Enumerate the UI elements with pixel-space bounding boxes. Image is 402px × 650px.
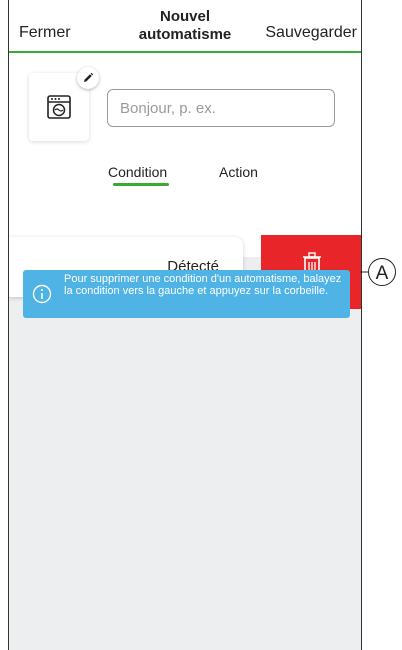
active-tab-indicator — [113, 183, 169, 186]
phone-frame: Fermer Nouvel automatisme Sauvegarder Co… — [8, 0, 362, 650]
edit-icon-button[interactable] — [77, 67, 99, 89]
info-banner-text: Pour supprimer une condition d'un automa… — [64, 273, 342, 297]
pencil-icon — [84, 72, 94, 82]
tab-condition[interactable]: Condition — [108, 164, 167, 180]
washing-machine-icon — [47, 95, 71, 119]
header-divider — [9, 51, 361, 53]
callout-marker-a: A — [360, 258, 396, 286]
callout-letter: A — [376, 263, 389, 284]
info-banner: Pour supprimer une condition d'un automa… — [23, 270, 350, 318]
info-icon — [32, 284, 52, 304]
tab-action[interactable]: Action — [219, 164, 258, 180]
app-header: Fermer Nouvel automatisme Sauvegarder — [9, 0, 361, 52]
automation-name-input[interactable] — [107, 89, 335, 127]
save-button[interactable]: Sauvegarder — [265, 24, 357, 42]
